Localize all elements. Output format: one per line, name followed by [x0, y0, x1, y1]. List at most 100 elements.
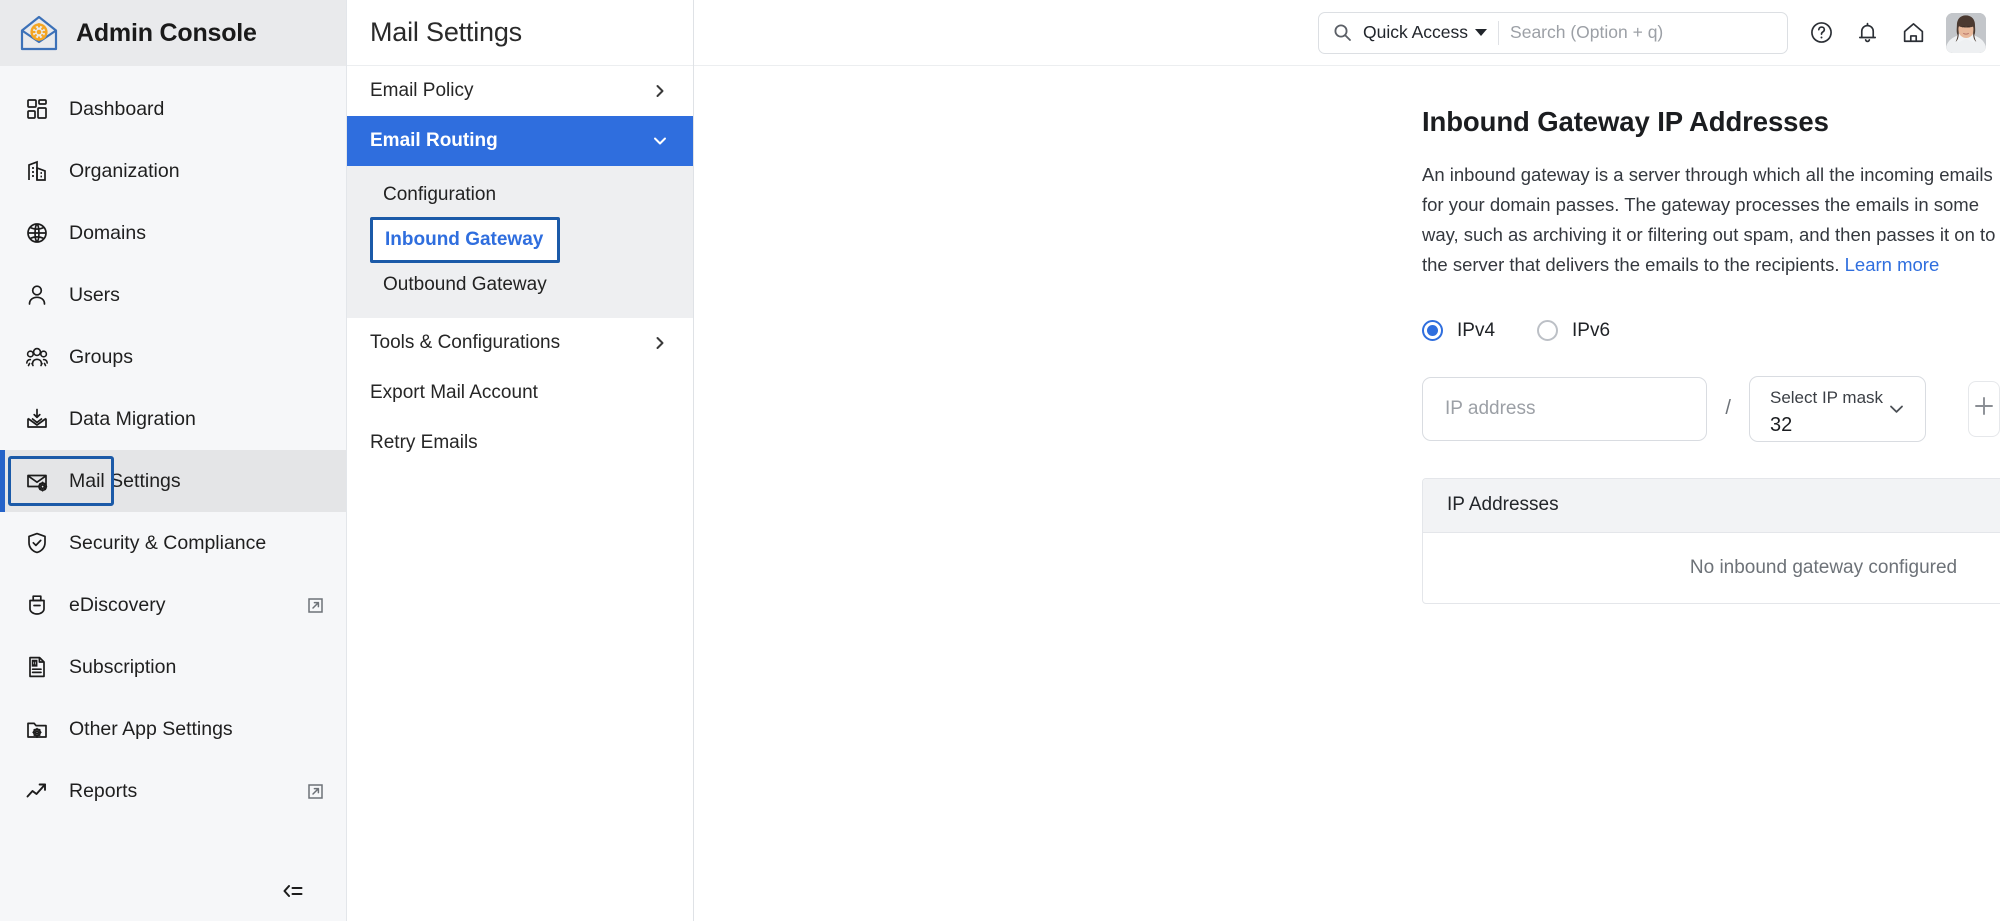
- ip-mask-select[interactable]: Select IP mask 32: [1748, 375, 1926, 442]
- sidebar-item-domains[interactable]: Domains: [0, 202, 346, 264]
- radio-dot: [1422, 320, 1443, 342]
- divider: [1498, 20, 1500, 45]
- sidebar-item-security-compliance[interactable]: Security & Compliance: [0, 512, 346, 574]
- sidebar-item-label: Dashboard: [69, 97, 165, 120]
- sidebar-item-groups[interactable]: Groups: [0, 326, 346, 388]
- panel-item-label: Email Policy: [370, 80, 474, 101]
- slash-separator: /: [1725, 397, 1731, 420]
- panel-subitem-configuration[interactable]: Configuration: [371, 173, 675, 217]
- avatar[interactable]: [1946, 12, 1986, 53]
- ip-addresses-table: IP Addresses No inbound gateway configur…: [1422, 477, 2000, 604]
- panel-item-tools-configurations[interactable]: Tools & Configurations: [347, 318, 693, 368]
- app-window: Admin Console Dashboard Organization Dom…: [0, 0, 2000, 921]
- column-header-ip-addresses: IP Addresses: [1447, 494, 1559, 516]
- ip-mask-label: Select IP mask: [1769, 388, 1884, 408]
- panel-item-retry-emails[interactable]: Retry Emails: [347, 418, 693, 468]
- secondary-nav-panel: Mail Settings Email Policy Email Routing: [347, 0, 694, 921]
- sidebar-item-label: Reports: [69, 779, 138, 802]
- radio-ipv6[interactable]: IPv6: [1537, 320, 1610, 342]
- panel-subitems: Configuration Inbound Gateway Outbound G…: [347, 166, 693, 318]
- chevron-down-icon: [652, 133, 668, 149]
- page-title: Mail Settings: [370, 17, 522, 47]
- ip-address-field[interactable]: [1422, 376, 1708, 441]
- shield-check-icon: [24, 530, 50, 556]
- folder-gear-icon: [24, 716, 50, 742]
- table-empty-state: No inbound gateway configured: [1689, 556, 1958, 578]
- envelope-download-icon: [24, 406, 50, 432]
- panel-item-export-mail-account[interactable]: Export Mail Account: [347, 368, 693, 418]
- radio-ipv4[interactable]: IPv4: [1422, 320, 1495, 342]
- building-icon: [24, 158, 50, 184]
- sidebar-item-mail-settings[interactable]: Mail Settings: [0, 450, 346, 512]
- sidebar-item-data-migration[interactable]: Data Migration: [0, 388, 346, 450]
- external-link-icon: [307, 597, 324, 614]
- table-header: IP Addresses: [1423, 478, 2000, 533]
- panel-item-label: Tools & Configurations: [370, 332, 561, 353]
- panel-item-label: Retry Emails: [370, 432, 478, 453]
- envelope-gear-icon: [24, 468, 50, 494]
- panel-header: Mail Settings: [347, 0, 693, 66]
- panel-item-email-policy[interactable]: Email Policy: [347, 66, 693, 116]
- bell-icon[interactable]: [1844, 10, 1890, 56]
- chevron-down-icon: [1887, 399, 1906, 418]
- sidebar-nav: Dashboard Organization Domains Users Gro…: [0, 66, 346, 861]
- sidebar-item-label: Domains: [69, 221, 146, 244]
- panel-list: Email Policy Email Routing Configuration…: [347, 66, 693, 468]
- radio-dot: [1537, 320, 1559, 342]
- top-bar: Quick Access: [694, 0, 2000, 66]
- ip-entry-row: / Select IP mask 32: [1422, 375, 2000, 442]
- global-search[interactable]: Quick Access: [1318, 11, 1788, 54]
- sidebar-item-reports[interactable]: Reports: [0, 760, 346, 822]
- panel-item-label: Export Mail Account: [370, 382, 538, 403]
- sidebar-item-label: Mail Settings: [69, 469, 181, 492]
- house-gear-icon: [18, 12, 60, 54]
- briefcase-icon: [24, 592, 50, 618]
- panel-subitem-outbound-gateway[interactable]: Outbound Gateway: [371, 263, 675, 307]
- sidebar-item-label: Organization: [69, 159, 180, 182]
- learn-more-link[interactable]: Learn more: [1845, 254, 1940, 275]
- plus-icon: [1971, 393, 1997, 424]
- sidebar-item-other-app-settings[interactable]: Other App Settings: [0, 698, 346, 760]
- brand-title: Admin Console: [76, 18, 257, 47]
- ip-address-input[interactable]: [1445, 397, 1685, 420]
- panel-subitem-label: Configuration: [383, 184, 497, 205]
- panel-item-email-routing[interactable]: Email Routing: [347, 116, 693, 166]
- radio-label: IPv4: [1457, 319, 1496, 341]
- sidebar-item-subscription[interactable]: Subscription: [0, 636, 346, 698]
- search-input[interactable]: [1510, 22, 1773, 43]
- help-circle-icon[interactable]: [1798, 10, 1844, 56]
- primary-sidebar: Admin Console Dashboard Organization Dom…: [0, 0, 347, 921]
- sidebar-item-label: Subscription: [69, 655, 177, 678]
- sidebar-item-users[interactable]: Users: [0, 264, 346, 326]
- globe-icon: [24, 220, 50, 246]
- content-heading: Inbound Gateway IP Addresses: [1422, 106, 1829, 137]
- add-ip-button[interactable]: [1967, 380, 2000, 437]
- panel-subitem-label: Inbound Gateway: [385, 229, 544, 250]
- panel-item-label: Email Routing: [370, 130, 498, 151]
- panel-subitem-label: Outbound Gateway: [383, 274, 547, 295]
- main-area: Quick Access Search (Option + q) Inbound…: [694, 0, 2000, 921]
- sidebar-item-organization[interactable]: Organization: [0, 140, 346, 202]
- brand-header: Admin Console: [0, 0, 346, 66]
- quick-access-dropdown[interactable]: Quick Access: [1363, 22, 1488, 43]
- external-link-icon: [307, 783, 324, 800]
- ip-version-radio-group: IPv4 IPv6: [1422, 320, 2000, 342]
- home-icon[interactable]: [1890, 10, 1936, 56]
- top-bar-icons: [1798, 10, 1936, 56]
- content-inner: Inbound Gateway IP Addresses An inbound …: [1422, 106, 2000, 604]
- sidebar-item-label: eDiscovery: [69, 593, 166, 616]
- collapse-row: [0, 861, 346, 921]
- user-icon: [24, 282, 50, 308]
- search-icon: [1333, 23, 1352, 42]
- chevron-right-icon: [652, 83, 668, 99]
- trend-arrow-icon: [24, 778, 50, 804]
- panel-subitem-inbound-gateway[interactable]: Inbound Gateway: [370, 217, 560, 263]
- sidebar-item-label: Users: [69, 283, 120, 306]
- collapse-panel-icon[interactable]: [278, 876, 308, 906]
- sidebar-item-label: Security & Compliance: [69, 531, 267, 554]
- sidebar-item-label: Groups: [69, 345, 133, 368]
- grid-icon: [24, 96, 50, 122]
- sidebar-item-dashboard[interactable]: Dashboard: [0, 78, 346, 140]
- sidebar-item-ediscovery[interactable]: eDiscovery: [0, 574, 346, 636]
- content-description: An inbound gateway is a server through w…: [1422, 160, 2000, 280]
